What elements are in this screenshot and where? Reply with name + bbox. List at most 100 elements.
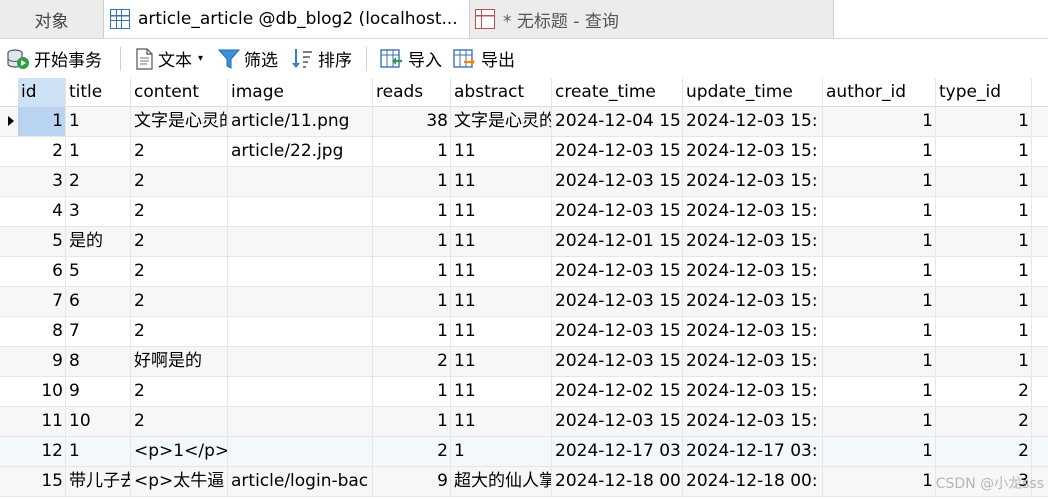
cell-content[interactable]: 2 (131, 407, 228, 436)
cell-abstract[interactable]: 1 (451, 437, 552, 466)
cell-id[interactable]: 8 (18, 317, 66, 346)
row-marker[interactable] (0, 197, 18, 226)
cell-abstract[interactable]: 11 (451, 377, 552, 406)
cell-create-time[interactable]: 2024-12-03 15: (552, 287, 683, 316)
cell-title[interactable]: 3 (66, 197, 131, 226)
begin-transaction-button[interactable]: 开始事务 (6, 39, 102, 78)
cell-abstract[interactable]: 11 (451, 347, 552, 376)
table-row[interactable]: 4 3 2 1 11 2024-12-03 15: 2024-12-03 15: 1 1 (0, 197, 1048, 227)
cell-reads[interactable]: 1 (373, 317, 451, 346)
cell-title[interactable]: 10 (66, 407, 131, 436)
cell-reads[interactable]: 1 (373, 137, 451, 166)
tab-article-table[interactable]: article_article @db_blog2 (localhost... (104, 0, 470, 38)
row-marker[interactable] (0, 137, 18, 166)
cell-update-time[interactable]: 2024-12-03 15: (683, 107, 823, 136)
cell-id[interactable]: 11 (18, 407, 66, 436)
row-marker[interactable] (0, 317, 18, 346)
cell-type-id[interactable]: 1 (936, 167, 1032, 196)
row-marker[interactable] (0, 167, 18, 196)
cell-reads[interactable]: 1 (373, 227, 451, 256)
cell-content[interactable]: 2 (131, 317, 228, 346)
table-row[interactable]: 9 8 好啊是的 2 11 2024-12-03 15: 2024-12-03 15: 1 1 (0, 347, 1048, 377)
cell-image[interactable] (228, 227, 373, 256)
cell-image[interactable] (228, 197, 373, 226)
cell-create-time[interactable]: 2024-12-01 15: (552, 227, 683, 256)
cell-id[interactable]: 1 (18, 107, 66, 136)
cell-author-id[interactable]: 1 (823, 167, 936, 196)
column-header-author-id[interactable]: author_id (823, 78, 936, 106)
cell-title[interactable]: 8 (66, 347, 131, 376)
table-row[interactable]: 1 1 文字是心灵的 article/11.png 38 文字是心灵的 2024-12-04… (0, 107, 1048, 137)
column-header-type-id[interactable]: type_id (936, 78, 1032, 106)
cell-content[interactable]: 2 (131, 287, 228, 316)
cell-id[interactable]: 15 (18, 467, 66, 496)
table-row[interactable]: 6 5 2 1 11 2024-12-03 15: 2024-12-03 15: 1 1 (0, 257, 1048, 287)
sort-button[interactable]: 排序 (290, 39, 352, 78)
cell-title[interactable]: 7 (66, 317, 131, 346)
cell-type-id[interactable]: 2 (936, 437, 1032, 466)
cell-update-time[interactable]: 2024-12-03 15: (683, 377, 823, 406)
cell-content[interactable]: 文字是心灵的 (131, 107, 228, 136)
cell-reads[interactable]: 1 (373, 197, 451, 226)
cell-content[interactable]: 好啊是的 (131, 347, 228, 376)
cell-update-time[interactable]: 2024-12-17 03: (683, 437, 823, 466)
cell-image[interactable] (228, 377, 373, 406)
cell-content[interactable]: 2 (131, 197, 228, 226)
table-row[interactable]: 2 1 2 article/22.jpg 1 11 2024-12-03 15: 2024-1… (0, 137, 1048, 167)
cell-author-id[interactable]: 1 (823, 347, 936, 376)
cell-id[interactable]: 10 (18, 377, 66, 406)
cell-author-id[interactable]: 1 (823, 287, 936, 316)
column-header-reads[interactable]: reads (373, 78, 451, 106)
cell-reads[interactable]: 1 (373, 407, 451, 436)
cell-content[interactable]: <p>太牛逼 (131, 467, 228, 496)
column-header-title[interactable]: title (66, 78, 131, 106)
cell-update-time[interactable]: 2024-12-03 15: (683, 167, 823, 196)
cell-update-time[interactable]: 2024-12-03 15: (683, 317, 823, 346)
tab-untitled-query[interactable]: * 无标题 - 查询 (470, 0, 834, 38)
cell-title[interactable]: 2 (66, 167, 131, 196)
cell-image[interactable] (228, 257, 373, 286)
cell-create-time[interactable]: 2024-12-18 00: (552, 467, 683, 496)
cell-author-id[interactable]: 1 (823, 437, 936, 466)
cell-image[interactable] (228, 167, 373, 196)
cell-type-id[interactable]: 1 (936, 227, 1032, 256)
export-button[interactable]: 导出 (453, 39, 515, 78)
row-marker[interactable] (0, 347, 18, 376)
cell-id[interactable]: 2 (18, 137, 66, 166)
cell-update-time[interactable]: 2024-12-03 15: (683, 227, 823, 256)
row-marker[interactable] (0, 257, 18, 286)
cell-abstract[interactable]: 11 (451, 197, 552, 226)
cell-title[interactable]: 5 (66, 257, 131, 286)
cell-image[interactable]: article/22.jpg (228, 137, 373, 166)
import-button[interactable]: 导入 (380, 39, 442, 78)
table-row[interactable]: 8 7 2 1 11 2024-12-03 15: 2024-12-03 15: 1 1 (0, 317, 1048, 347)
cell-title[interactable]: 9 (66, 377, 131, 406)
cell-author-id[interactable]: 1 (823, 317, 936, 346)
cell-create-time[interactable]: 2024-12-03 15: (552, 257, 683, 286)
column-header-image[interactable]: image (228, 78, 373, 106)
cell-abstract[interactable]: 11 (451, 317, 552, 346)
cell-abstract[interactable]: 11 (451, 407, 552, 436)
cell-image[interactable] (228, 347, 373, 376)
column-header-abstract[interactable]: abstract (451, 78, 552, 106)
cell-reads[interactable]: 1 (373, 167, 451, 196)
cell-type-id[interactable]: 1 (936, 137, 1032, 166)
cell-image[interactable]: article/login-bac (228, 467, 373, 496)
cell-abstract[interactable]: 超大的仙人掌 (451, 467, 552, 496)
cell-abstract[interactable]: 11 (451, 137, 552, 166)
cell-type-id[interactable]: 1 (936, 197, 1032, 226)
cell-author-id[interactable]: 1 (823, 377, 936, 406)
table-row[interactable]: 5 是的 2 1 11 2024-12-01 15: 2024-12-03 15: 1 1 (0, 227, 1048, 257)
row-marker[interactable] (0, 287, 18, 316)
table-row[interactable]: 15 带儿子去 <p>太牛逼 article/login-bac 9 超大的仙人掌 2024… (0, 467, 1048, 497)
cell-reads[interactable]: 1 (373, 257, 451, 286)
cell-author-id[interactable]: 1 (823, 227, 936, 256)
cell-abstract[interactable]: 11 (451, 227, 552, 256)
cell-title[interactable]: 1 (66, 437, 131, 466)
row-marker[interactable] (0, 407, 18, 436)
column-header-id[interactable]: id (18, 78, 66, 106)
cell-type-id[interactable]: 1 (936, 317, 1032, 346)
cell-image[interactable] (228, 287, 373, 316)
cell-id[interactable]: 12 (18, 437, 66, 466)
table-row[interactable]: 3 2 2 1 11 2024-12-03 15: 2024-12-03 15: 1 1 (0, 167, 1048, 197)
